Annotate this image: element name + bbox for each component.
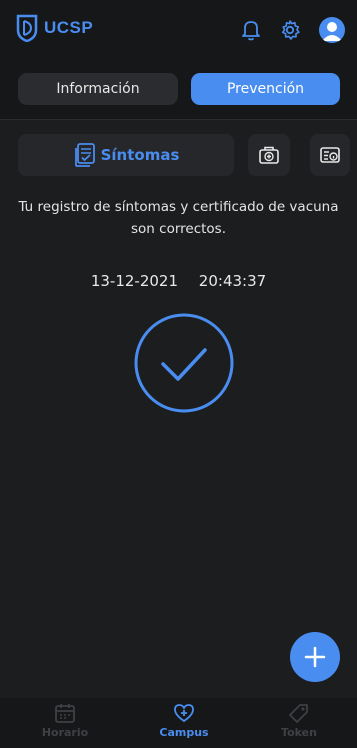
gear-icon[interactable] xyxy=(279,19,301,41)
nav-label-horario: Horario xyxy=(41,726,89,739)
tabs-bar: Información Prevención xyxy=(0,58,357,120)
bell-icon[interactable] xyxy=(241,19,261,41)
user-avatar-icon[interactable] xyxy=(319,17,345,43)
certificate-button[interactable] xyxy=(248,134,290,176)
status-message: Tu registro de síntomas y certificado de… xyxy=(18,199,339,237)
tab-informacion[interactable]: Información xyxy=(18,73,178,105)
bottom-nav: Horario Campus Token xyxy=(0,698,357,748)
checkmark-circle-icon xyxy=(134,313,234,413)
sintomas-button[interactable]: Síntomas xyxy=(18,134,234,176)
nav-item-horario[interactable]: Horario xyxy=(25,702,105,739)
add-button[interactable] xyxy=(290,632,340,682)
info-card-button[interactable] xyxy=(310,134,350,176)
app-name: UCSP xyxy=(44,18,94,37)
nav-item-campus[interactable]: Campus xyxy=(144,702,224,739)
status-datetime: 13-12-2021 20:43:37 xyxy=(0,272,357,290)
app-logo: UCSP xyxy=(16,14,93,42)
ucsp-logo-icon xyxy=(16,14,38,42)
top-bar: UCSP xyxy=(0,0,357,58)
checklist-icon xyxy=(74,143,95,167)
status-date: 13-12-2021 xyxy=(90,272,179,290)
sintomas-label: Síntomas xyxy=(100,146,180,164)
nav-item-token[interactable]: Token xyxy=(259,702,339,739)
action-row: Síntomas xyxy=(18,134,350,176)
heart-shield-icon xyxy=(174,704,194,723)
info-card-icon xyxy=(320,147,340,163)
nav-label-campus: Campus xyxy=(159,726,209,739)
tag-icon xyxy=(289,704,308,723)
medical-bag-icon xyxy=(259,146,279,164)
plus-icon xyxy=(304,646,326,668)
tab-prevencion[interactable]: Prevención xyxy=(191,73,340,105)
calendar-icon xyxy=(55,704,75,723)
nav-label-token: Token xyxy=(281,726,317,739)
status-time: 20:43:37 xyxy=(198,272,267,290)
